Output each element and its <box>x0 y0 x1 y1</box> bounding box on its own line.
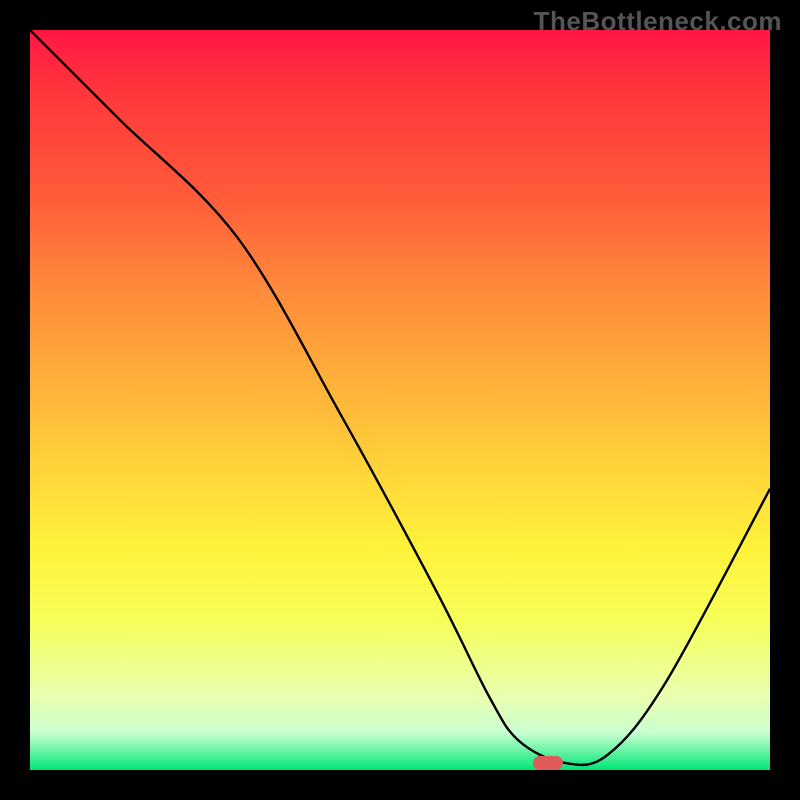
plot-area <box>30 30 770 770</box>
optimal-point-marker <box>533 756 563 770</box>
bottleneck-curve <box>30 30 770 770</box>
chart-container: TheBottleneck.com <box>0 0 800 800</box>
watermark-text: TheBottleneck.com <box>534 6 782 37</box>
curve-path <box>30 30 770 765</box>
